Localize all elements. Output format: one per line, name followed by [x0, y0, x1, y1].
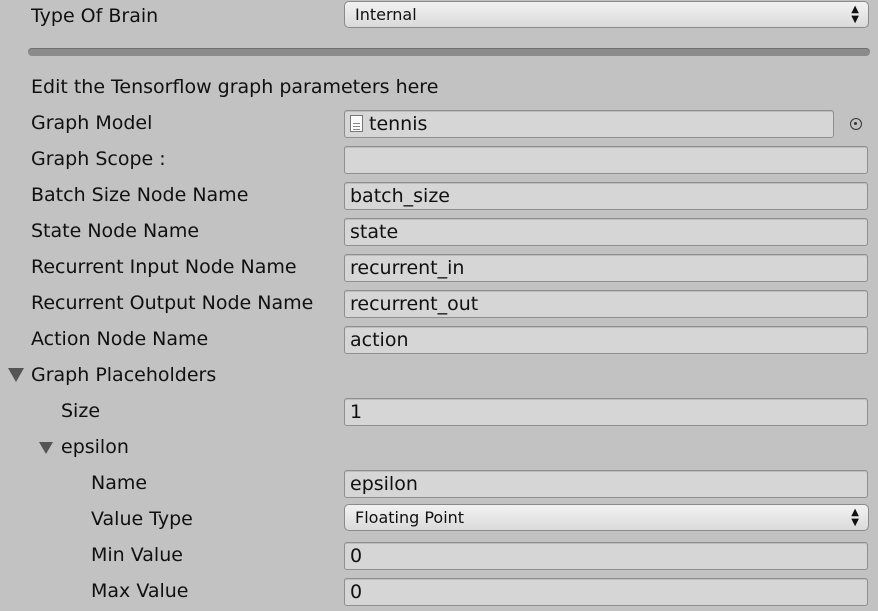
- type-of-brain-label: Type Of Brain: [31, 5, 159, 27]
- type-of-brain-row: Type Of Brain Internal ▲ ▼: [0, 0, 878, 36]
- state-node-row: State Node Name state: [0, 215, 878, 251]
- placeholder-min-value-row: Min Value 0: [0, 539, 878, 575]
- graph-model-value: tennis: [369, 113, 428, 135]
- placeholders-size-input[interactable]: 1: [344, 398, 868, 426]
- state-node-label: State Node Name: [31, 220, 200, 242]
- action-node-input[interactable]: action: [344, 326, 868, 354]
- state-node-input[interactable]: state: [344, 218, 868, 246]
- recurrent-output-node-input[interactable]: recurrent_out: [344, 290, 868, 318]
- placeholder-max-value-row: Max Value 0: [0, 575, 878, 611]
- placeholders-size-label: Size: [61, 400, 101, 422]
- graph-model-label: Graph Model: [31, 112, 153, 134]
- recurrent-output-node-row: Recurrent Output Node Name recurrent_out: [0, 287, 878, 323]
- placeholders-size-row: Size 1: [0, 395, 878, 431]
- triangle-down-icon[interactable]: [8, 368, 24, 382]
- type-of-brain-dropdown[interactable]: Internal ▲ ▼: [344, 1, 869, 28]
- graph-scope-row: Graph Scope :: [0, 143, 878, 179]
- updown-arrows-icon: ▲ ▼: [851, 506, 859, 528]
- placeholder-name-input[interactable]: epsilon: [344, 470, 868, 498]
- epsilon-foldout-label: epsilon: [61, 436, 129, 458]
- description-text: Edit the Tensorflow graph parameters her…: [31, 76, 439, 98]
- epsilon-foldout[interactable]: epsilon: [0, 431, 878, 467]
- batch-size-node-input[interactable]: batch_size: [344, 182, 868, 210]
- file-icon: [350, 114, 363, 132]
- recurrent-input-node-label: Recurrent Input Node Name: [31, 256, 297, 278]
- action-node-label: Action Node Name: [31, 328, 209, 350]
- placeholder-value-type-value: Floating Point: [355, 508, 465, 527]
- section-separator: [28, 48, 870, 56]
- graph-model-field[interactable]: tennis: [344, 110, 834, 138]
- recurrent-output-node-label: Recurrent Output Node Name: [31, 292, 314, 314]
- recurrent-input-node-row: Recurrent Input Node Name recurrent_in: [0, 251, 878, 287]
- batch-size-node-label: Batch Size Node Name: [31, 184, 249, 206]
- placeholder-max-value-input[interactable]: 0: [344, 578, 868, 606]
- batch-size-node-row: Batch Size Node Name batch_size: [0, 179, 878, 215]
- object-picker-target-icon[interactable]: [850, 118, 862, 130]
- triangle-down-icon[interactable]: [39, 442, 53, 454]
- graph-scope-label: Graph Scope :: [31, 148, 166, 170]
- graph-placeholders-label: Graph Placeholders: [31, 364, 217, 386]
- type-of-brain-value: Internal: [355, 5, 417, 24]
- description-row: Edit the Tensorflow graph parameters her…: [0, 71, 878, 107]
- action-node-row: Action Node Name action: [0, 323, 878, 359]
- placeholder-name-row: Name epsilon: [0, 467, 878, 503]
- graph-scope-input[interactable]: [344, 146, 868, 174]
- recurrent-input-node-input[interactable]: recurrent_in: [344, 254, 868, 282]
- placeholder-min-value-input[interactable]: 0: [344, 542, 868, 570]
- graph-model-row: Graph Model tennis: [0, 107, 878, 143]
- placeholder-value-type-dropdown[interactable]: Floating Point ▲ ▼: [344, 504, 869, 531]
- updown-arrows-icon: ▲ ▼: [851, 3, 859, 25]
- placeholder-value-type-row: Value Type Floating Point ▲ ▼: [0, 503, 878, 539]
- graph-placeholders-foldout[interactable]: Graph Placeholders: [0, 359, 878, 395]
